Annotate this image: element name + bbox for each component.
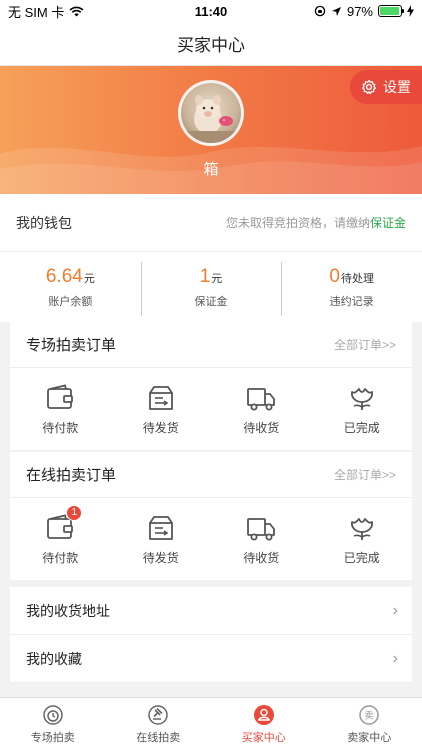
order-label: 待收货 [243,420,280,435]
box-icon [148,515,173,540]
carrier-label: 无 SIM 卡 [8,4,65,20]
wallet-icon [47,383,74,409]
box-icon [148,385,173,410]
wallet-tip: 您未取得竞拍资格，请缴纳保证金 [226,214,406,231]
charging-icon [407,5,414,17]
wifi-icon [69,6,84,16]
seller-icon: 卖 [359,704,379,725]
chevron-right-icon: › [392,601,398,619]
username: 箱 [203,161,219,178]
flower-icon [350,387,373,410]
tab-bar: 专场拍卖 在线拍卖 买家中心 卖 卖家中心 [0,697,422,750]
profile-banner: 设置 箱 [0,66,422,194]
stat-balance[interactable]: 6.64元 账户余额 [0,266,141,309]
all-orders-link[interactable]: 全部订单>> [334,336,396,353]
stat-value: 0 [329,265,340,287]
stat-label: 账户余额 [48,295,93,308]
stat-unit: 元 [83,272,95,285]
order-label: 待发货 [142,420,179,435]
battery-icon [378,5,404,17]
stat-unit: 待处理 [340,272,374,285]
special-orders-section: 专场拍卖订单 全部订单>> 待付款 待发货 待收货 已完成 [10,322,412,450]
tab-label: 专场拍卖 [30,731,75,744]
pending-count-badge: 1 [66,504,83,521]
status-bar: 无 SIM 卡 11:40 97% [0,0,422,22]
clock-icon [43,704,63,725]
tab-label: 买家中心 [241,731,286,744]
settings-label: 设置 [383,79,411,95]
wallet-section: 我的钱包 您未取得竞拍资格，请缴纳保证金 6.64元 账户余额 1元 保证金 0… [0,194,422,322]
avatar[interactable] [178,80,244,146]
order-status-row: 待付款 待发货 待收货 已完成 [10,368,412,450]
online-orders-section: 在线拍卖订单 全部订单>> 1 待付款 待发货 待收货 已完成 [10,452,412,580]
stat-violations[interactable]: 0待处理 违约记录 [281,261,422,316]
order-pending-receipt[interactable]: 待收货 [211,383,312,436]
order-label: 待付款 [42,550,79,565]
tab-label: 卖家中心 [347,731,392,744]
order-label: 已完成 [343,550,380,565]
wallet-tip-text: 您未取得竞拍资格，请缴纳 [225,216,370,230]
order-pending-receipt[interactable]: 待收货 [211,513,312,566]
tab-label: 在线拍卖 [136,731,181,744]
favorites-row[interactable]: 我的收藏 › [10,635,412,683]
stat-label: 保证金 [194,295,228,308]
section-title: 在线拍卖订单 [26,467,117,484]
battery-percent: 97% [346,3,373,19]
stat-unit: 元 [211,272,223,285]
tab-seller-center[interactable]: 卖 卖家中心 [317,698,422,750]
svg-text:卖: 卖 [365,710,374,721]
gavel-icon [148,704,168,725]
list-item-label: 我的收藏 [26,650,82,667]
truck-icon [247,517,276,540]
chevron-right-icon: › [392,649,398,667]
menu-list: 我的收货地址 › 我的收藏 › [10,587,412,683]
section-header: 在线拍卖订单 全部订单>> [10,452,412,498]
section-header: 专场拍卖订单 全部订单>> [10,322,412,368]
order-pending-shipment[interactable]: 待发货 [111,383,212,436]
wallet-title: 我的钱包 [16,214,72,231]
stat-value: 1 [199,265,211,287]
tab-online-auction[interactable]: 在线拍卖 [106,698,212,750]
stat-value: 6.64 [45,265,83,287]
section-title: 专场拍卖订单 [26,337,117,354]
order-label: 待发货 [142,550,179,565]
order-pending-shipment[interactable]: 待发货 [111,513,212,566]
location-icon [331,6,341,16]
wallet-stats: 6.64元 账户余额 1元 保证金 0待处理 违约记录 [0,252,422,322]
tab-buyer-center[interactable]: 买家中心 [211,698,317,750]
list-item-label: 我的收货地址 [26,602,110,619]
deposit-link[interactable]: 保证金 [370,216,406,230]
gear-icon [361,79,377,95]
wallet-header: 我的钱包 您未取得竞拍资格，请缴纳保证金 [0,194,422,252]
truck-icon [247,387,276,410]
stat-deposit[interactable]: 1元 保证金 [140,261,282,316]
order-label: 待付款 [42,420,79,435]
order-status-row: 1 待付款 待发货 待收货 已完成 [10,498,412,580]
avatar-image [181,95,241,143]
nav-bar: 买家中心 [0,22,422,66]
stat-label: 违约记录 [329,295,374,308]
all-orders-link[interactable]: 全部订单>> [334,466,396,483]
order-label: 待收货 [243,550,280,565]
rotation-lock-icon [314,5,326,17]
page-title: 买家中心 [177,36,245,55]
order-pending-payment[interactable]: 待付款 [10,383,111,436]
settings-button[interactable]: 设置 [350,70,422,104]
user-icon [253,704,274,725]
order-pending-payment[interactable]: 1 待付款 [10,504,111,566]
flower-icon [350,517,373,540]
order-label: 已完成 [343,420,380,435]
shipping-address-row[interactable]: 我的收货地址 › [10,587,412,635]
order-completed[interactable]: 已完成 [312,513,413,566]
tab-special-auction[interactable]: 专场拍卖 [0,698,106,750]
order-completed[interactable]: 已完成 [312,383,413,436]
